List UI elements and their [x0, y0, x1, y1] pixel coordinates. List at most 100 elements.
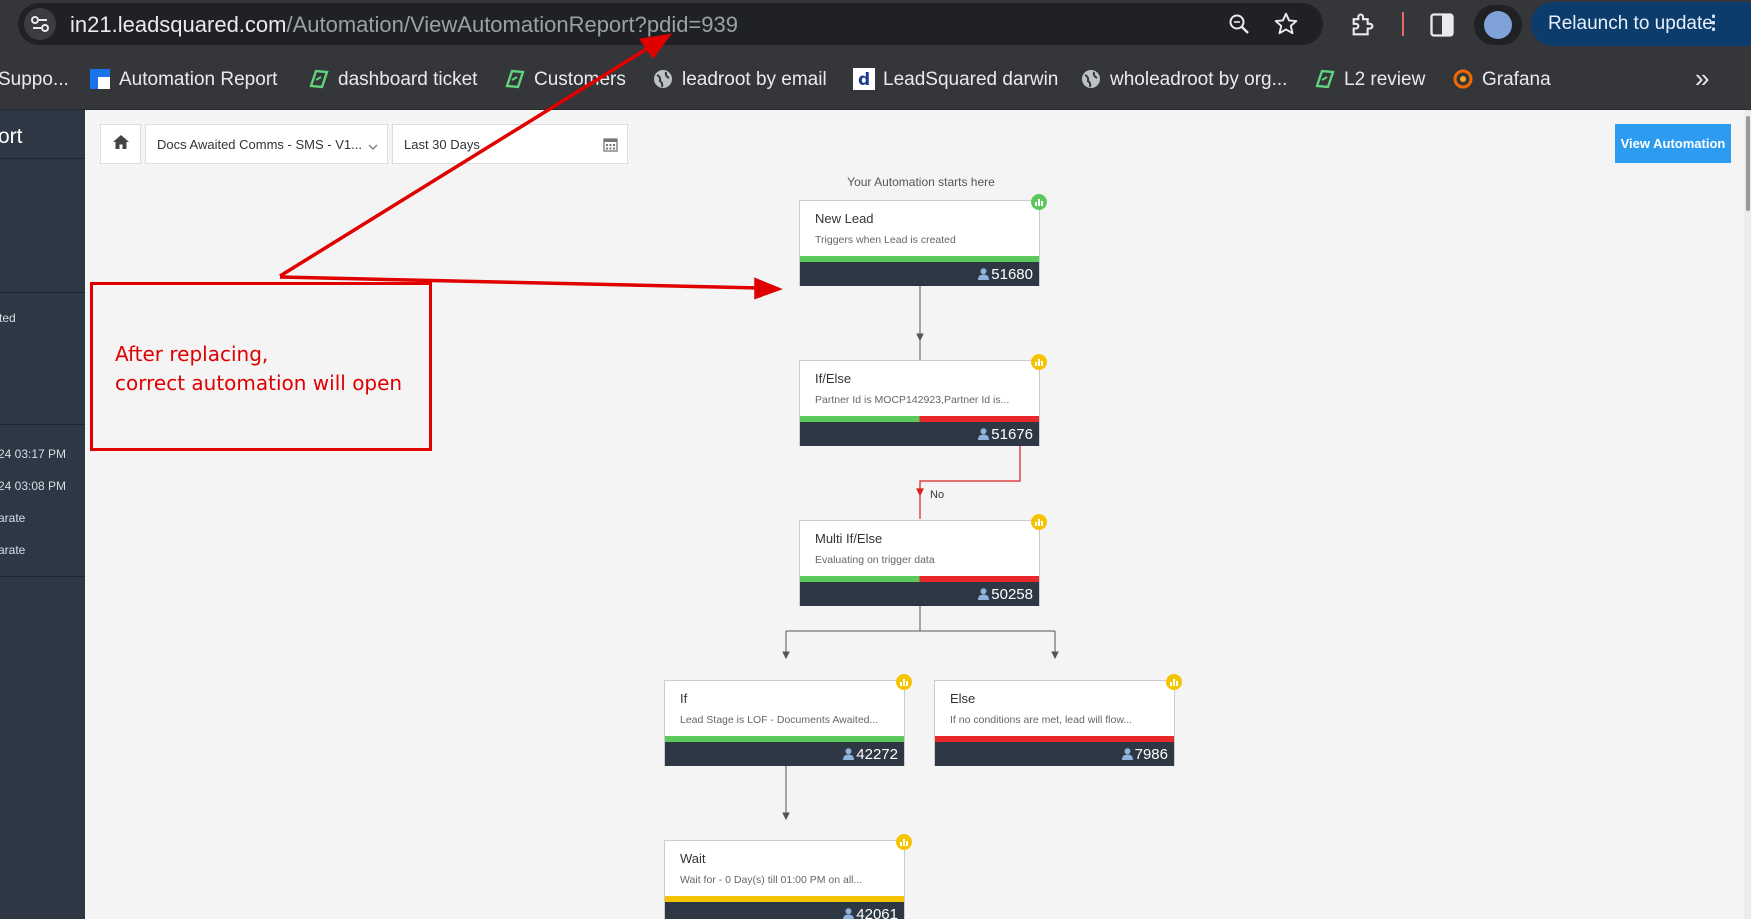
bookmark-item[interactable]: Automation Report: [89, 67, 277, 93]
stats-badge-icon[interactable]: [1166, 674, 1182, 690]
node-description: Wait for - 0 Day(s) till 01:00 PM on all…: [680, 874, 863, 886]
avatar-image: [1484, 11, 1512, 39]
url-host: in21.leadsquared.com: [70, 12, 287, 37]
node-description: If no conditions are met, lead will flow…: [950, 714, 1133, 726]
flow-start-label: Your Automation starts here: [847, 175, 995, 189]
annotation-box: After replacing, correct automation will…: [90, 282, 432, 451]
node-count: 50258: [978, 586, 1033, 604]
bookmark-label: wholeadroot by org...: [1110, 69, 1288, 90]
node-count-value: 42061: [856, 906, 898, 919]
stats-badge-icon[interactable]: [1031, 194, 1047, 210]
automation-select-value: Docs Awaited Comms - SMS - V1...: [157, 137, 362, 152]
node-description: Lead Stage is LOF - Documents Awaited...: [680, 714, 879, 726]
bookmark-item[interactable]: dashboard ticket: [308, 67, 477, 93]
person-icon: [1121, 747, 1133, 764]
flow-node-new-lead[interactable]: New Lead Triggers when Lead is created 5…: [799, 194, 1047, 286]
stats-badge-icon[interactable]: [896, 834, 912, 850]
sidebar-value: arate: [0, 543, 26, 557]
date-range-value: Last 30 Days: [404, 137, 480, 152]
green-ticket-icon: [504, 68, 526, 90]
node-footer: 42061: [665, 902, 904, 919]
node-title: Else: [950, 691, 976, 706]
chevron-down-icon: [368, 139, 378, 154]
home-button[interactable]: [100, 124, 141, 164]
node-footer: 42272: [665, 742, 904, 766]
address-bar[interactable]: in21.leadsquared.com/Automation/ViewAuto…: [18, 3, 1323, 45]
node-title: If/Else: [815, 371, 852, 386]
flow-node-if-else[interactable]: If/Else Partner Id is MOCP142923,Partner…: [799, 354, 1047, 446]
sidebar-divider: [0, 424, 85, 425]
view-automation-button[interactable]: View Automation: [1615, 124, 1731, 163]
bookmark-label: LeadSquared darwin: [883, 69, 1059, 90]
relaunch-button[interactable]: Relaunch to update ⋮: [1531, 2, 1751, 46]
sidebar-divider: [0, 292, 85, 293]
bookmark-item[interactable]: Grafana: [1452, 67, 1551, 93]
node-description: Evaluating on trigger data: [815, 554, 935, 566]
globe-icon: [1080, 68, 1102, 90]
stats-badge-icon[interactable]: [896, 674, 912, 690]
profile-avatar[interactable]: [1474, 5, 1522, 45]
date-range-picker[interactable]: Last 30 Days: [392, 124, 628, 164]
scrollbar-thumb[interactable]: [1746, 116, 1750, 211]
home-icon: [112, 134, 129, 154]
bookmark-label: leadroot by email: [682, 69, 827, 90]
d-icon: d: [853, 68, 875, 90]
page-scrollbar[interactable]: [1744, 110, 1751, 919]
bookmark-label: Customers: [534, 69, 626, 90]
flow-node-else[interactable]: Else If no conditions are met, lead will…: [934, 674, 1182, 766]
toolbar-divider: [1402, 12, 1404, 36]
node-count-value: 50258: [991, 586, 1033, 603]
node-title: Wait: [680, 851, 706, 866]
globe-icon: [652, 68, 674, 90]
site-info-icon[interactable]: [24, 8, 56, 40]
node-footer: 50258: [800, 582, 1039, 606]
node-footer: 7986: [935, 742, 1174, 766]
flow-node-multi-if-else[interactable]: Multi If/Else Evaluating on trigger data…: [799, 514, 1047, 606]
node-count: 51680: [978, 266, 1033, 284]
node-count-value: 7986: [1134, 746, 1168, 763]
bookmark-item[interactable]: Suppo...: [0, 67, 69, 93]
side-panel-icon[interactable]: [1428, 11, 1456, 44]
sidebar-status: ted: [0, 311, 16, 325]
bookmark-item[interactable]: Customers: [504, 67, 626, 93]
more-menu-icon[interactable]: ⋮: [1704, 12, 1723, 35]
bookmark-item[interactable]: d LeadSquared darwin: [853, 67, 1058, 93]
node-count: 42272: [843, 746, 898, 764]
person-icon: [843, 907, 855, 919]
bookmark-item[interactable]: L2 review: [1314, 67, 1425, 93]
url-path: /Automation/ViewAutomationReport?pdid=93…: [286, 12, 738, 37]
node-count-value: 51680: [991, 266, 1033, 283]
node-count-value: 51676: [991, 426, 1033, 443]
person-icon: [978, 587, 990, 604]
sidebar-divider: [0, 576, 85, 577]
node-footer: 51680: [800, 262, 1039, 286]
more-bookmarks-icon[interactable]: »: [1695, 63, 1709, 94]
flow-node-if[interactable]: If Lead Stage is LOF - Documents Awaited…: [664, 674, 912, 766]
bookmark-item[interactable]: wholeadroot by org...: [1080, 67, 1287, 93]
bookmark-star-icon[interactable]: [1273, 11, 1299, 42]
automation-select[interactable]: Docs Awaited Comms - SMS - V1...: [145, 124, 388, 164]
flow-node-wait[interactable]: Wait Wait for - 0 Day(s) till 01:00 PM o…: [664, 834, 912, 919]
extensions-icon[interactable]: [1349, 11, 1377, 44]
node-count: 51676: [978, 426, 1033, 444]
grafana-icon: [1452, 68, 1474, 90]
sidebar-modified-time: 24 03:08 PM: [0, 479, 67, 493]
bookmark-label: Automation Report: [119, 69, 278, 90]
bookmark-item[interactable]: leadroot by email: [652, 67, 827, 93]
sidebar-created-time: 24 03:17 PM: [0, 447, 67, 461]
node-count: 42061: [843, 906, 898, 919]
zoom-icon[interactable]: [1227, 12, 1251, 41]
person-icon: [978, 267, 990, 284]
green-ticket-icon: [1314, 68, 1336, 90]
person-icon: [843, 747, 855, 764]
url-text[interactable]: in21.leadsquared.com/Automation/ViewAuto…: [70, 12, 738, 38]
person-icon: [978, 427, 990, 444]
stats-badge-icon[interactable]: [1031, 354, 1047, 370]
branch-no-label: No: [930, 489, 944, 501]
node-count: 7986: [1121, 746, 1168, 764]
bookmark-label: Suppo...: [0, 69, 69, 90]
node-title: If: [680, 691, 688, 706]
stats-badge-icon[interactable]: [1031, 514, 1047, 530]
node-title: Multi If/Else: [815, 531, 883, 546]
node-footer: 51676: [800, 422, 1039, 446]
